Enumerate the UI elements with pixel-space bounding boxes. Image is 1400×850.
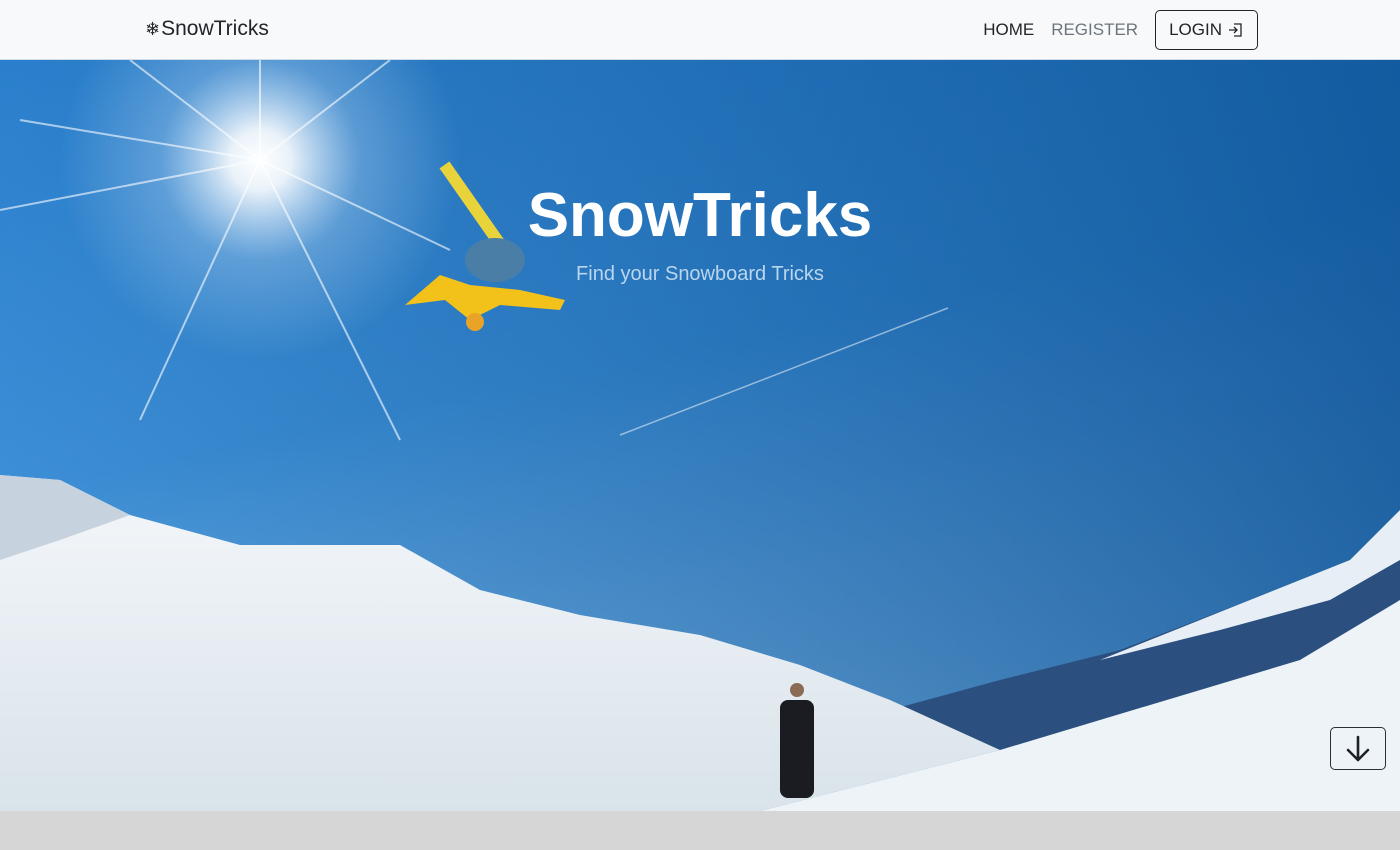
nav-register[interactable]: REGISTER — [1051, 20, 1138, 40]
arrow-down-icon — [1346, 735, 1370, 761]
navbar: ❄ SnowTricks HOME REGISTER LOGIN — [0, 0, 1400, 60]
hero-banner: SnowTricks Find your Snowboard Tricks — [0, 60, 1400, 811]
brand-label: SnowTricks — [161, 17, 269, 40]
nav-home[interactable]: HOME — [983, 20, 1034, 40]
login-button[interactable]: LOGIN — [1155, 10, 1258, 50]
login-icon — [1229, 23, 1242, 37]
brand-link[interactable]: ❄ SnowTricks — [145, 17, 269, 41]
login-label: LOGIN — [1169, 20, 1222, 39]
hero-subtitle: Find your Snowboard Tricks — [576, 263, 824, 285]
nav-menu: HOME REGISTER LOGIN — [983, 10, 1258, 50]
hero-background-image — [0, 60, 1400, 811]
hero-title: SnowTricks — [527, 181, 873, 250]
scroll-down-button[interactable] — [1330, 727, 1386, 770]
snowflake-icon: ❄ — [145, 18, 161, 39]
